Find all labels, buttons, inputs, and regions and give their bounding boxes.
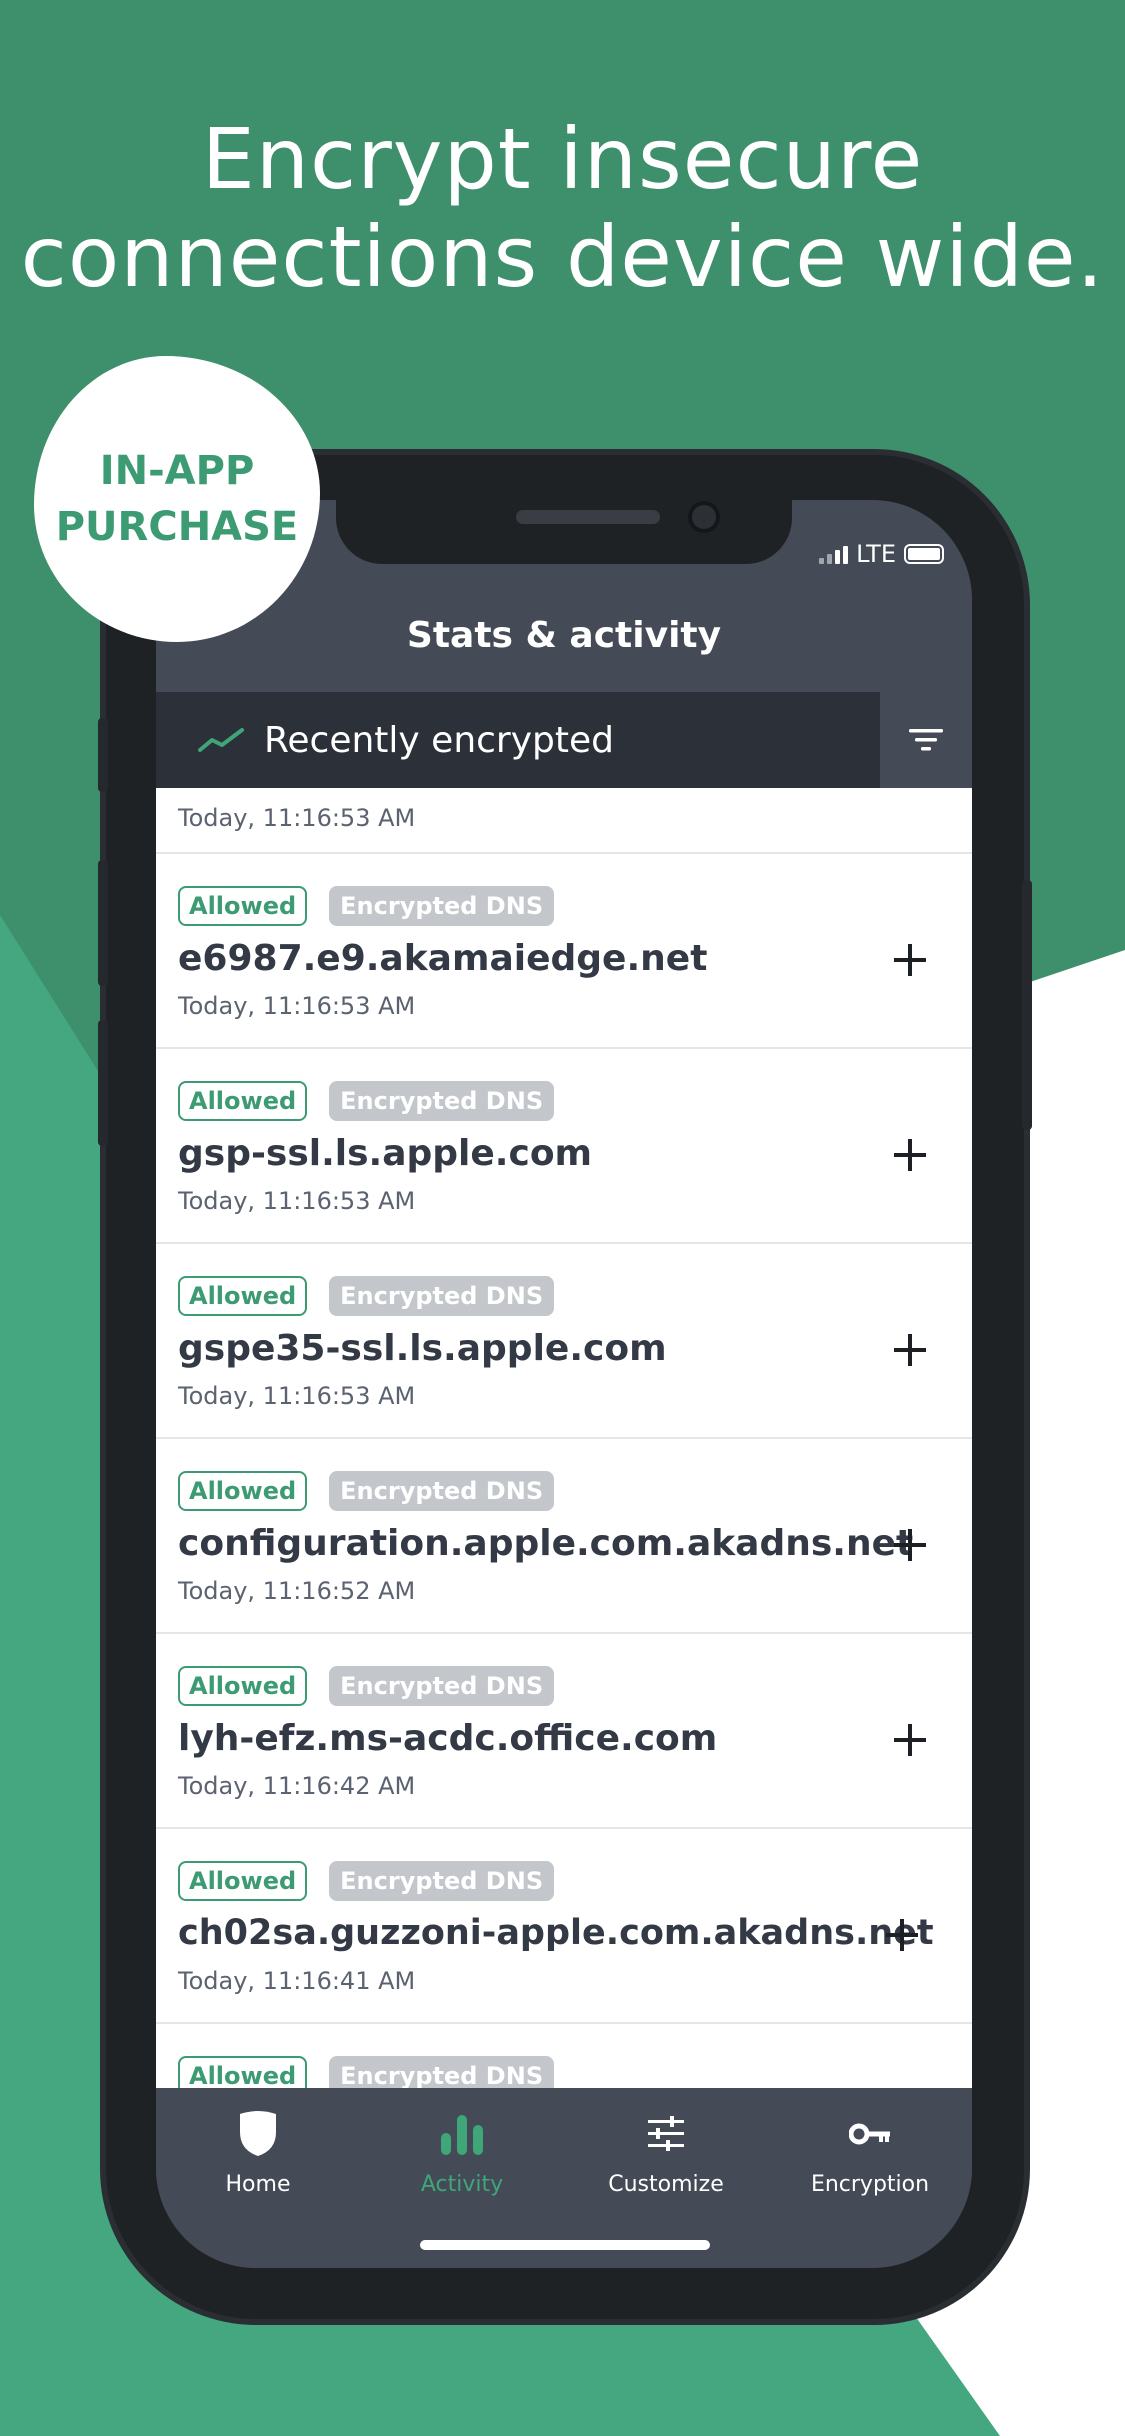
item-time: Today, 11:16:53 AM	[178, 992, 416, 1020]
item-time: Today, 11:16:53 AM	[178, 804, 416, 832]
list-item[interactable]: Allowed Encrypted DNS ch02sa.guzzoni-app…	[156, 1827, 972, 2022]
tab-encryption[interactable]: Encryption	[768, 2088, 972, 2208]
allowed-badge: Allowed	[178, 1666, 308, 1706]
expand-plus-icon[interactable]	[892, 942, 928, 978]
allowed-badge: Allowed	[178, 1471, 308, 1511]
battery-icon	[904, 544, 944, 564]
encrypted-dns-badge: Encrypted DNS	[329, 1471, 555, 1511]
bar-chart-icon	[432, 2108, 492, 2160]
headline-line-1: Encrypt insecure	[201, 110, 924, 208]
in-app-purchase-badge: IN-APP PURCHASE	[34, 356, 320, 642]
phone-mute-switch	[98, 718, 108, 792]
allowed-badge: Allowed	[178, 2056, 308, 2088]
encrypted-dns-badge: Encrypted DNS	[329, 2056, 555, 2088]
list-item[interactable]: Allowed Encrypted DNS gspe35-ssl.ls.appl…	[156, 1242, 972, 1437]
item-time: Today, 11:16:52 AM	[178, 1577, 416, 1605]
phone-volume-up	[98, 860, 108, 986]
badge-line-2: PURCHASE	[55, 504, 299, 550]
item-time: Today, 11:16:41 AM	[178, 1967, 416, 1995]
item-hostname: ch02sa.guzzoni-apple.com.akadns.net	[178, 1913, 934, 1953]
badge-line-1: IN-APP	[99, 448, 255, 494]
encrypted-dns-badge: Encrypted DNS	[329, 1276, 555, 1316]
encrypted-dns-badge: Encrypted DNS	[329, 886, 555, 926]
tab-activity[interactable]: Activity	[360, 2088, 564, 2208]
list-item[interactable]: Allowed Encrypted DNS lyh-efz.ms-acdc.of…	[156, 1632, 972, 1827]
tab-home[interactable]: Home	[156, 2088, 360, 2208]
activity-list: Today, 11:16:53 AM Allowed Encrypted DNS…	[156, 788, 972, 2088]
allowed-badge: Allowed	[178, 1861, 308, 1901]
expand-plus-icon[interactable]	[892, 1527, 928, 1563]
expand-plus-icon[interactable]	[892, 1137, 928, 1173]
filter-button[interactable]	[880, 692, 972, 788]
key-icon	[840, 2108, 900, 2160]
item-time: Today, 11:16:42 AM	[178, 1772, 416, 1800]
list-item-partial[interactable]: Allowed Encrypted DNS	[156, 2022, 972, 2088]
item-hostname: configuration.apple.com.akadns.net	[178, 1523, 914, 1564]
tab-label: Encryption	[810, 2172, 930, 2197]
expand-plus-icon[interactable]	[884, 1917, 920, 1953]
item-hostname: lyh-efz.ms-acdc.office.com	[178, 1718, 718, 1759]
list-item-partial[interactable]: Today, 11:16:53 AM	[156, 788, 972, 858]
encrypted-dns-badge: Encrypted DNS	[329, 1861, 555, 1901]
tab-label: Customize	[608, 2172, 724, 2197]
section-header: Recently encrypted	[156, 692, 972, 788]
shield-icon	[228, 2108, 288, 2160]
item-time: Today, 11:16:53 AM	[178, 1187, 416, 1215]
signal-icon	[819, 544, 849, 564]
trend-line-icon	[198, 728, 244, 752]
encrypted-dns-badge: Encrypted DNS	[329, 1081, 555, 1121]
expand-plus-icon[interactable]	[892, 1722, 928, 1758]
allowed-badge: Allowed	[178, 1081, 308, 1121]
speaker-grille	[516, 510, 660, 524]
filter-icon	[909, 729, 943, 751]
tab-label: Activity	[420, 2172, 504, 2197]
expand-plus-icon[interactable]	[892, 1332, 928, 1368]
marketing-headline: Encrypt insecure connections device wide…	[0, 110, 1125, 306]
section-label: Recently encrypted	[264, 719, 614, 761]
network-label: LTE	[856, 540, 896, 568]
list-item[interactable]: Allowed Encrypted DNS e6987.e9.akamaiedg…	[156, 852, 972, 1047]
item-time: Today, 11:16:53 AM	[178, 1382, 416, 1410]
page-title: Stats & activity	[406, 615, 722, 656]
phone-volume-down	[98, 1020, 108, 1146]
phone-notch	[336, 500, 792, 564]
status-bar: LTE	[819, 540, 944, 568]
tab-customize[interactable]: Customize	[564, 2088, 768, 2208]
encrypted-dns-badge: Encrypted DNS	[329, 1666, 555, 1706]
allowed-badge: Allowed	[178, 1276, 308, 1316]
front-camera	[692, 505, 716, 529]
allowed-badge: Allowed	[178, 886, 308, 926]
tab-label: Home	[225, 2172, 291, 2197]
home-indicator[interactable]	[420, 2240, 710, 2250]
item-hostname: e6987.e9.akamaiedge.net	[178, 938, 708, 979]
item-hostname: gspe35-ssl.ls.apple.com	[178, 1328, 667, 1369]
sliders-icon	[636, 2108, 696, 2160]
phone-screen: LTE Stats & activity Recently encrypted …	[156, 500, 972, 2268]
headline-line-2: connections device wide.	[20, 208, 1105, 306]
list-item[interactable]: Allowed Encrypted DNS configuration.appl…	[156, 1437, 972, 1632]
phone-power-button	[1022, 880, 1032, 1130]
list-item[interactable]: Allowed Encrypted DNS gsp-ssl.ls.apple.c…	[156, 1047, 972, 1242]
item-hostname: gsp-ssl.ls.apple.com	[178, 1133, 593, 1174]
